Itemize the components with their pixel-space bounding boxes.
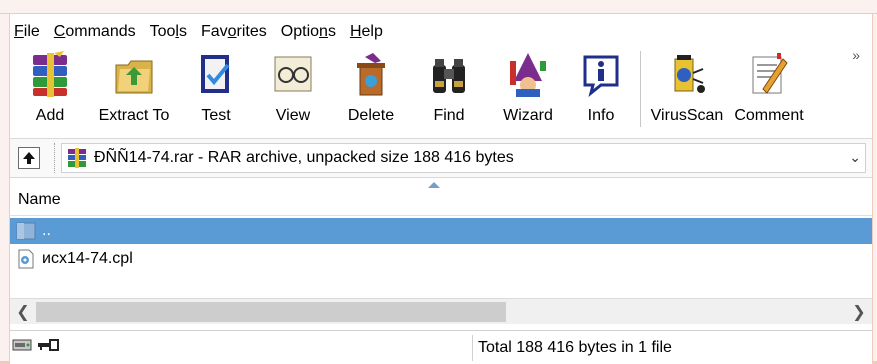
find-label: Find [433,107,465,124]
add-button[interactable]: Add [10,47,90,131]
key-icon[interactable] [36,337,60,353]
add-label: Add [35,107,65,124]
up-arrow-icon [23,152,35,164]
scroll-left-icon[interactable]: ❮ [10,299,36,325]
info-button[interactable]: Info [568,47,634,131]
delete-label: Delete [347,107,395,124]
file-name: .. [42,222,51,239]
menu-help[interactable]: Help [350,23,383,41]
menu-bar: File Commands Tools Favorites Options He… [10,19,872,45]
menu-commands[interactable]: Commands [54,23,136,41]
menu-file[interactable]: File [14,23,40,41]
glasses-icon [274,56,312,92]
extract-folder-icon [115,60,153,94]
comment-button[interactable]: Comment [727,47,811,131]
view-label: View [275,107,311,124]
wizard-button[interactable]: Wizard [488,47,568,131]
toolbar: Add Extract To Test View Delete Find Wiz… [10,47,872,131]
menu-options[interactable]: Options [281,23,336,41]
drive-icon[interactable] [12,337,34,353]
menu-favorites[interactable]: Favorites [201,23,267,41]
column-header-name[interactable]: Name [18,191,61,209]
parent-folder-icon [16,222,36,240]
up-folder-button[interactable] [18,147,40,169]
virusscan-button[interactable]: VirusScan [647,47,727,131]
toolbar-overflow-chevron[interactable]: » [852,47,860,63]
view-button[interactable]: View [254,47,332,131]
archive-path-field[interactable]: ÐÑÑ14-74.rar - RAR archive, unpacked siz… [61,143,866,173]
scroll-right-icon[interactable]: ❯ [846,299,872,325]
file-name: исх14-74.cpl [42,250,133,267]
archive-path-text: ÐÑÑ14-74.rar - RAR archive, unpacked siz… [94,149,514,166]
clipboard-check-icon [201,55,230,93]
window-frame-right [872,14,877,364]
status-text: Total 188 416 bytes in 1 file [478,339,672,356]
test-label: Test [201,107,231,124]
table-row[interactable]: исх14-74.cpl [10,246,872,272]
delete-button[interactable]: Delete [332,47,410,131]
virus-scan-icon [674,55,705,93]
address-bar: ÐÑÑ14-74.rar - RAR archive, unpacked siz… [10,138,872,178]
toolbar-separator [640,51,641,127]
list-header: Name [10,180,872,216]
address-separator [54,143,55,173]
status-divider [472,335,473,361]
extract-to-button[interactable]: Extract To [90,47,178,131]
window-frame-left [0,14,10,364]
comment-label: Comment [734,107,804,124]
info-label: Info [587,107,615,124]
menu-tools[interactable]: Tools [150,23,187,41]
trash-icon [357,53,385,96]
scrollbar-thumb[interactable] [36,302,506,322]
status-icons [12,337,60,353]
virusscan-label: VirusScan [650,107,724,124]
status-bar: Total 188 416 bytes in 1 file [10,330,872,364]
find-button[interactable]: Find [410,47,488,131]
sort-arrow-icon [428,182,440,188]
wizard-icon [510,53,546,97]
window-frame-top [0,0,877,14]
comment-pencil-icon [752,53,788,94]
chevron-down-icon[interactable]: ⌄ [849,149,861,166]
extract-to-label: Extract To [98,107,170,124]
binoculars-icon [433,59,465,93]
table-row[interactable]: .. [10,218,872,244]
file-list: Name .. исх14-74.cpl [10,180,872,296]
info-icon [583,55,619,97]
rar-archive-icon [68,148,86,168]
horizontal-scrollbar[interactable]: ❮ ❯ [10,298,872,324]
archive-books-icon [33,51,67,97]
cpl-file-icon [18,249,34,269]
test-button[interactable]: Test [178,47,254,131]
wizard-label: Wizard [503,107,553,124]
